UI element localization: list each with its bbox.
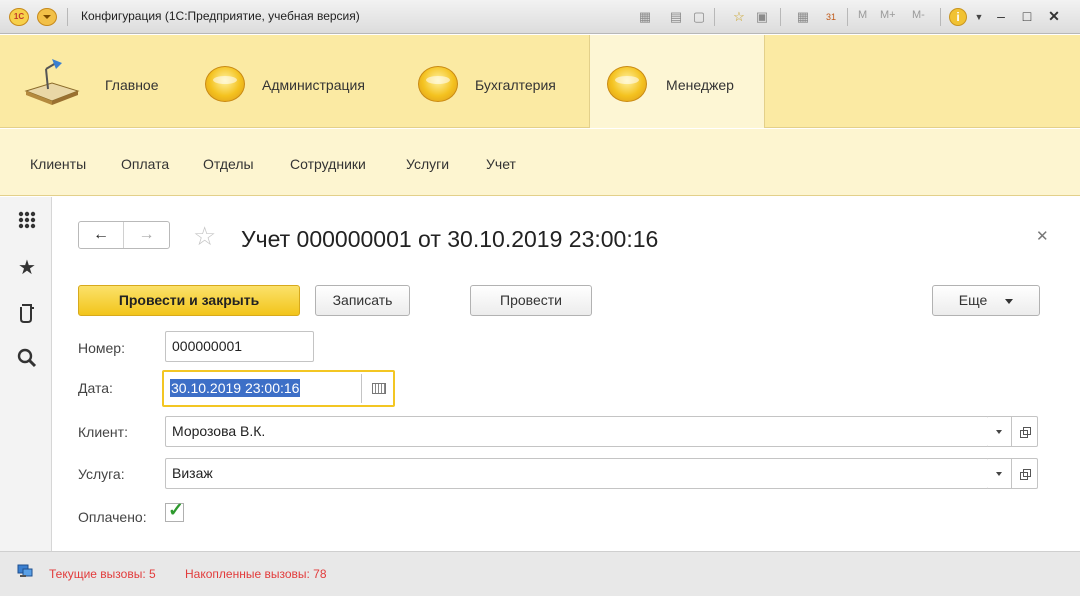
history-nav: ← → bbox=[78, 221, 170, 249]
chevron-down-icon bbox=[1005, 298, 1014, 304]
client-open-icon[interactable] bbox=[1012, 416, 1038, 447]
coin-icon bbox=[418, 66, 458, 102]
search-icon[interactable] bbox=[16, 347, 38, 369]
favorites-icon[interactable]: ▣ bbox=[753, 8, 771, 26]
tools-panel: ★ bbox=[0, 197, 52, 551]
close-window-button[interactable]: ✕ bbox=[1044, 6, 1064, 26]
calculator-icon[interactable]: ▦ bbox=[794, 8, 812, 26]
history-icon[interactable] bbox=[16, 302, 38, 324]
section-main[interactable]: Главное bbox=[0, 35, 190, 128]
nav-item-employees[interactable]: Сотрудники bbox=[290, 156, 366, 172]
nav-item-departments[interactable]: Отделы bbox=[203, 156, 254, 172]
number-label: Номер: bbox=[78, 340, 125, 356]
minimize-button[interactable]: – bbox=[991, 6, 1011, 26]
client-dropdown-icon[interactable] bbox=[988, 416, 1012, 447]
status-bar: Текущие вызовы: 5 Накопленные вызовы: 78 bbox=[0, 551, 1080, 596]
section-label: Бухгалтерия bbox=[475, 77, 556, 93]
document-form: ← → ☆ Учет 000000001 от 30.10.2019 23:00… bbox=[53, 197, 1080, 551]
main-menu-button[interactable] bbox=[37, 8, 57, 26]
current-calls-text: Текущие вызовы: 5 bbox=[49, 567, 156, 581]
service-label: Услуга: bbox=[78, 466, 125, 482]
close-icon[interactable]: ✕ bbox=[1036, 227, 1049, 245]
service-field[interactable]: Визаж bbox=[165, 458, 989, 489]
favorites-star-icon[interactable]: ★ bbox=[16, 257, 38, 279]
client-field[interactable]: Морозова В.К. bbox=[165, 416, 989, 447]
nav-item-records[interactable]: Учет bbox=[486, 156, 516, 172]
service-open-icon[interactable] bbox=[1012, 458, 1038, 489]
section-label: Главное bbox=[105, 77, 159, 93]
post-button[interactable]: Провести bbox=[470, 285, 592, 316]
memory-m-button[interactable]: M bbox=[858, 9, 867, 21]
server-calls-icon[interactable] bbox=[17, 564, 33, 578]
date-value: 30.10.2019 23:00:16 bbox=[170, 379, 301, 397]
titlebar-separator bbox=[67, 8, 68, 26]
checkmark-icon: ✓ bbox=[168, 500, 184, 521]
memory-minus-button[interactable]: M- bbox=[912, 9, 925, 21]
app-logo-icon[interactable]: 1С bbox=[9, 8, 29, 26]
accumulated-calls-text: Накопленные вызовы: 78 bbox=[185, 567, 327, 581]
titlebar-separator bbox=[940, 8, 941, 26]
coin-icon bbox=[205, 66, 245, 102]
apps-grid-icon[interactable] bbox=[16, 209, 38, 231]
navigation-panel: Клиенты Оплата Отделы Сотрудники Услуги … bbox=[0, 129, 1080, 196]
section-administration[interactable]: Администрация bbox=[195, 35, 400, 128]
window-title: Конфигурация (1С:Предприятие, учебная ве… bbox=[81, 9, 360, 23]
titlebar-separator bbox=[714, 8, 715, 26]
section-label: Менеджер bbox=[666, 77, 734, 93]
chevron-down-icon[interactable]: ▼ bbox=[970, 8, 988, 26]
add-favorite-icon[interactable]: ☆ bbox=[730, 8, 748, 26]
section-manager[interactable]: Менеджер bbox=[589, 35, 765, 128]
post-and-close-button[interactable]: Провести и закрыть bbox=[78, 285, 300, 316]
maximize-button[interactable]: □ bbox=[1017, 6, 1037, 26]
calendar-icon[interactable]: 31 bbox=[822, 8, 840, 26]
window-titlebar: 1С Конфигурация (1С:Предприятие, учебная… bbox=[0, 0, 1080, 34]
preview-icon[interactable]: ▢ bbox=[690, 8, 708, 26]
desk-lamp-icon bbox=[24, 59, 80, 105]
coin-icon bbox=[607, 66, 647, 102]
client-label: Клиент: bbox=[78, 424, 128, 440]
calendar-icon[interactable] bbox=[361, 374, 393, 403]
paid-label: Оплачено: bbox=[78, 509, 147, 525]
save-icon[interactable]: ▦ bbox=[636, 8, 654, 26]
titlebar-separator bbox=[847, 8, 848, 26]
section-panel: Главное Администрация Бухгалтерия Менедж… bbox=[0, 35, 1080, 128]
more-button-label: Еще bbox=[958, 292, 988, 308]
favorite-star-icon[interactable]: ☆ bbox=[193, 223, 216, 249]
paid-checkbox[interactable]: ✓ bbox=[165, 500, 184, 522]
number-field[interactable]: 000000001 bbox=[165, 331, 314, 362]
date-field[interactable]: 30.10.2019 23:00:16 bbox=[162, 370, 395, 407]
save-button[interactable]: Записать bbox=[315, 285, 410, 316]
more-button[interactable]: Еще bbox=[932, 285, 1040, 316]
date-label: Дата: bbox=[78, 380, 113, 396]
memory-plus-button[interactable]: M+ bbox=[880, 9, 896, 21]
titlebar-separator bbox=[780, 8, 781, 26]
section-accounting[interactable]: Бухгалтерия bbox=[408, 35, 588, 128]
section-label: Администрация bbox=[262, 77, 365, 93]
nav-item-services[interactable]: Услуги bbox=[406, 156, 449, 172]
nav-item-payment[interactable]: Оплата bbox=[121, 156, 169, 172]
info-icon[interactable]: i bbox=[949, 8, 967, 26]
print-icon[interactable]: ▤ bbox=[667, 8, 685, 26]
back-arrow-icon[interactable]: ← bbox=[79, 222, 124, 248]
service-dropdown-icon[interactable] bbox=[988, 458, 1012, 489]
forward-arrow-icon[interactable]: → bbox=[124, 222, 169, 248]
page-title: Учет 000000001 от 30.10.2019 23:00:16 bbox=[241, 226, 659, 252]
nav-item-clients[interactable]: Клиенты bbox=[30, 156, 86, 172]
